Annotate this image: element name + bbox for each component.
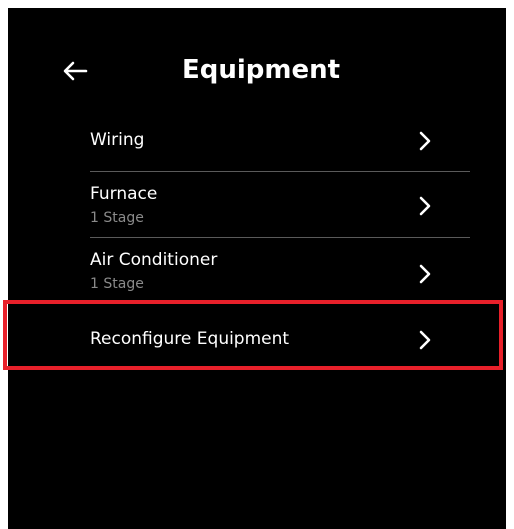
divider bbox=[90, 171, 470, 172]
page-title: Equipment bbox=[181, 55, 341, 85]
list-item-label: Furnace bbox=[90, 184, 158, 204]
list-item-furnace[interactable]: Furnace 1 Stage bbox=[90, 180, 470, 236]
chevron-right-icon bbox=[419, 264, 431, 284]
list-item-reconfigure-equipment[interactable]: Reconfigure Equipment bbox=[90, 324, 470, 354]
list-item-sublabel: 1 Stage bbox=[90, 210, 144, 226]
list-item-sublabel: 1 Stage bbox=[90, 276, 144, 292]
chevron-right-icon bbox=[419, 131, 431, 151]
list-item-wiring[interactable]: Wiring bbox=[90, 126, 470, 156]
list-item-air-conditioner[interactable]: Air Conditioner 1 Stage bbox=[90, 246, 470, 302]
chevron-right-icon bbox=[419, 330, 431, 350]
list-item-label: Wiring bbox=[90, 130, 145, 150]
list-item-label: Reconfigure Equipment bbox=[90, 329, 290, 349]
divider bbox=[90, 237, 470, 238]
chevron-right-icon bbox=[419, 196, 431, 216]
list-item-label: Air Conditioner bbox=[90, 250, 218, 270]
